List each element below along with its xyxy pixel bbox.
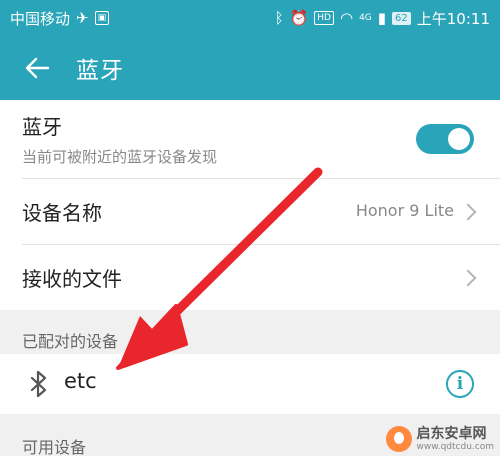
- carrier-label: 中国移动: [10, 9, 71, 28]
- bluetooth-label: 蓝牙: [22, 115, 62, 139]
- hd-icon: HD: [314, 11, 334, 25]
- received-files-label: 接收的文件: [22, 267, 122, 291]
- info-icon[interactable]: i: [446, 370, 474, 398]
- back-arrow-icon[interactable]: [24, 55, 50, 81]
- chevron-right-icon: [459, 203, 477, 221]
- signal-icon: ▮: [377, 9, 387, 27]
- notification-icon: ✈: [76, 9, 89, 27]
- paired-device-name: etc: [64, 369, 97, 393]
- bluetooth-switch[interactable]: [416, 124, 474, 154]
- received-files-row[interactable]: 接收的文件: [0, 245, 500, 310]
- available-devices-header: 可用设备: [22, 438, 87, 456]
- bluetooth-status-icon: ᛒ: [274, 9, 284, 27]
- wifi-icon: ◠: [339, 9, 354, 27]
- switch-knob: [448, 128, 470, 150]
- bluetooth-toggle-row[interactable]: 蓝牙 当前可被附近的蓝牙设备发现: [0, 100, 500, 178]
- alarm-icon: ⏰: [289, 9, 309, 27]
- page-title: 蓝牙: [76, 58, 124, 84]
- watermark: 启东安卓网 www.qdtcdu.com: [386, 426, 494, 452]
- watermark-url: www.qdtcdu.com: [416, 441, 494, 452]
- app-bar: 蓝牙: [0, 36, 500, 100]
- chevron-right-icon: [459, 269, 477, 287]
- network-type-label: 4G: [359, 13, 372, 23]
- status-bar: 中国移动 ✈ ▣ ᛒ ⏰ HD ◠ 4G ▮ 62 上午10:11: [0, 0, 500, 36]
- paired-device-item[interactable]: etc i: [0, 354, 500, 414]
- device-name-label: 设备名称: [22, 201, 102, 225]
- bluetooth-icon: [30, 370, 47, 398]
- watermark-logo: [386, 426, 413, 452]
- device-name-row[interactable]: 设备名称 Honor 9 Lite: [0, 179, 500, 244]
- clock: 上午10:11: [416, 9, 490, 28]
- paired-devices-header: 已配对的设备: [22, 332, 119, 351]
- bluetooth-description: 当前可被附近的蓝牙设备发现: [22, 148, 218, 166]
- app-notification-icon: ▣: [94, 11, 110, 25]
- device-name-value: Honor 9 Lite: [355, 201, 454, 220]
- watermark-name: 启东安卓网: [416, 425, 487, 442]
- battery-indicator: 62: [392, 11, 411, 25]
- settings-list: 蓝牙 当前可被附近的蓝牙设备发现 设备名称 Honor 9 Lite 接收的文件: [0, 100, 500, 310]
